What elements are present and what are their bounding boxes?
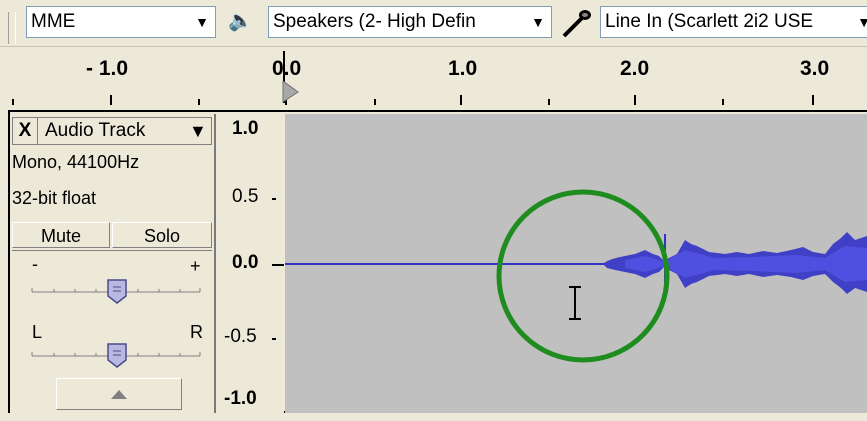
ruler-label: 2.0 (620, 57, 650, 80)
pan-slider[interactable] (30, 338, 202, 368)
vertical-ruler[interactable]: 1.0 0.5 0.0 -0.5 -1.0 (214, 114, 284, 413)
ruler-tick (460, 95, 462, 105)
track-bitdepth: 32-bit float (12, 188, 97, 208)
gain-minus-label: - (32, 254, 38, 274)
timeline-ruler[interactable]: - 1.0 0.0 1.0 2.0 3.0 (0, 46, 867, 108)
ruler-tick (198, 99, 200, 105)
chevron-down-icon: ▼ (189, 121, 207, 141)
ruler-tick (812, 95, 814, 105)
microphone-icon (562, 10, 591, 38)
ruler-label: 3.0 (800, 57, 830, 80)
scale-tick (272, 264, 284, 266)
mute-button[interactable]: Mute (12, 222, 110, 248)
host-select-value: MME (31, 11, 76, 32)
scale-label: 0.5 (232, 186, 259, 207)
track-bottom-border (8, 413, 867, 421)
toolbar-grip[interactable] (8, 12, 16, 44)
chevron-up-icon (111, 390, 127, 399)
device-toolbar: MME ▼ 🔈 Speakers (2- High Defin ▼ Line I… (0, 0, 867, 46)
ibeam-cursor-icon (569, 286, 581, 320)
chevron-down-icon: ▼ (531, 14, 545, 30)
track-control-panel: X Audio Track ▼ Mono, 44100Hz 32-bit flo… (10, 114, 214, 413)
waveform (285, 189, 867, 363)
scale-label: 1.0 (232, 118, 259, 139)
chevron-down-icon: ▼ (857, 7, 867, 37)
collapse-track-button[interactable] (56, 378, 182, 410)
track-name: Audio Track (45, 120, 146, 141)
scale-label: -1.0 (224, 388, 257, 409)
chevron-down-icon: ▼ (195, 14, 209, 30)
input-device-value: Line In (Scarlett 2i2 USE (605, 11, 814, 32)
output-device-value: Speakers (2- High Defin (273, 11, 476, 32)
gain-slider[interactable] (30, 274, 202, 304)
track-format: Mono, 44100Hz (12, 152, 140, 172)
scale-tick (272, 338, 276, 340)
waveform-area[interactable] (285, 114, 867, 413)
ruler-tick (722, 99, 724, 105)
solo-button[interactable]: Solo (112, 222, 212, 248)
ruler-tick (110, 95, 112, 105)
ruler-label: 0.0 (272, 57, 302, 80)
output-device-select[interactable]: Speakers (2- High Defin ▼ (268, 6, 552, 38)
ruler-label: 1.0 (448, 57, 478, 80)
scale-label: 0.0 (232, 252, 259, 273)
speaker-icon: 🔈 (228, 10, 253, 32)
ruler-tick (374, 99, 376, 105)
scale-tick (272, 198, 276, 200)
ruler-tick (634, 95, 636, 105)
ruler-tick (12, 99, 14, 105)
playhead-marker-icon[interactable] (282, 81, 300, 103)
close-track-button[interactable]: X (13, 118, 38, 144)
host-select[interactable]: MME ▼ (26, 6, 216, 38)
ruler-tick (548, 99, 550, 105)
ruler-label: - 1.0 (86, 57, 129, 80)
scale-label: -0.5 (224, 326, 257, 347)
track-menu-button[interactable]: X Audio Track ▼ (12, 117, 212, 145)
input-device-select[interactable]: Line In (Scarlett 2i2 USE ▼ (600, 6, 867, 38)
